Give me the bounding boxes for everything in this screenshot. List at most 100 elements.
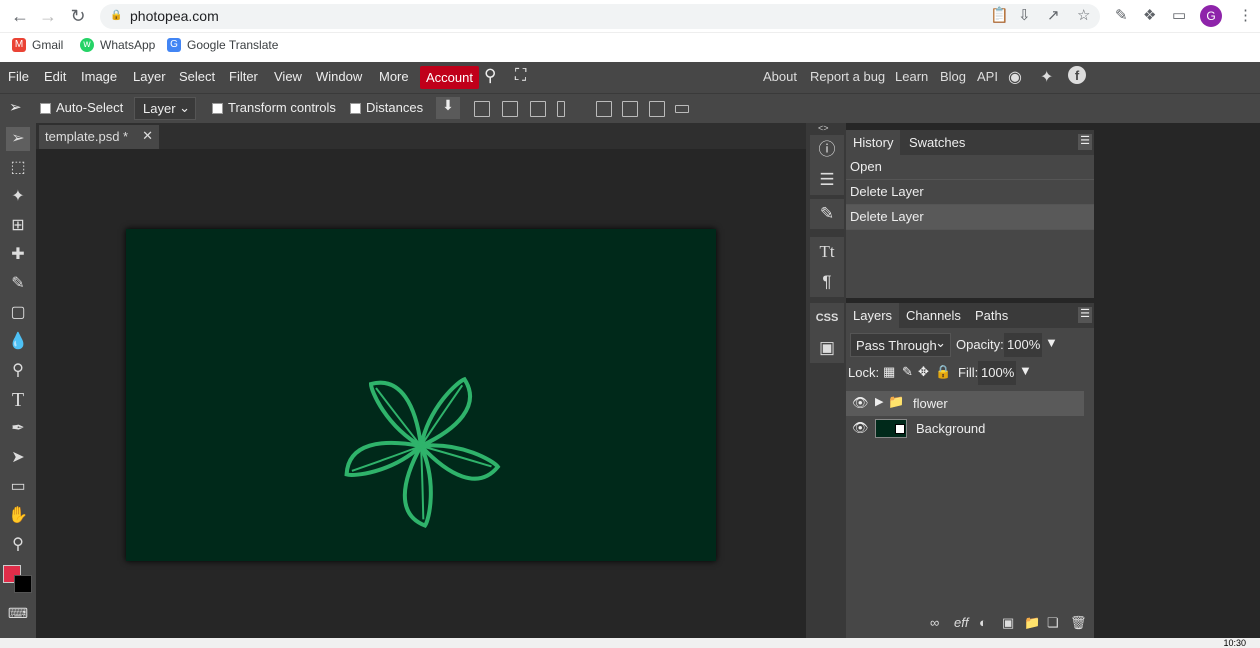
tab-paths[interactable]: Paths [968,303,1015,328]
fullscreen-icon[interactable]: ⛶ [515,67,526,85]
crop-tool-button[interactable]: ⊞ [6,214,30,238]
opacity-dropdown-icon[interactable]: ▼ [1045,335,1058,350]
document-canvas[interactable] [126,229,716,561]
adjustments-icon[interactable]: ☰ [810,165,844,195]
hand-tool-button[interactable]: ✋ [6,504,30,528]
history-item[interactable]: Open [846,155,1094,180]
css-panel-icon[interactable]: CSS [810,303,844,333]
character-icon[interactable]: Tt [810,237,844,267]
info-icon[interactable]: ⓘ [810,135,844,165]
star-icon[interactable]: ☆ [1077,6,1090,24]
healing-tool-button[interactable]: ✚ [6,243,30,267]
forward-icon[interactable]: → [36,5,60,27]
dodge-tool-button[interactable]: ⚲ [6,359,30,383]
shape-tool-button[interactable]: ▭ [6,475,30,499]
effects-icon[interactable]: eff [954,615,968,630]
align-center-h-icon[interactable] [502,101,518,117]
menu-more[interactable]: More [379,69,409,84]
visibility-eye-icon[interactable]: 👁 [852,420,869,436]
menu-view[interactable]: View [274,69,302,84]
reload-icon[interactable]: ↻ [66,5,90,27]
download-icon[interactable]: ⬇ [436,97,460,119]
tab-history[interactable]: History [846,130,901,155]
document-tab[interactable]: template.psd * ✕ [39,125,159,149]
twitter-icon[interactable]: ✦ [1040,67,1053,87]
paragraph-icon[interactable]: ¶ [810,267,844,297]
collapse-arrows-icon[interactable]: <> [818,123,829,133]
lock-all-icon[interactable]: 🔒 [935,364,951,380]
align-right-icon[interactable] [530,101,546,117]
menu-edit[interactable]: Edit [44,69,66,84]
align-bottom-icon[interactable] [649,101,665,117]
lock-transparency-icon[interactable]: ▦ [883,364,895,380]
extensions-icon[interactable]: ❖ [1143,6,1156,24]
bookmark-whatsapp[interactable]: w WhatsApp [80,38,155,52]
gradient-tool-button[interactable]: ▢ [6,301,30,325]
menu-layer[interactable]: Layer [133,69,166,84]
menu-filter[interactable]: Filter [229,69,258,84]
menu-window[interactable]: Window [316,69,362,84]
menu-image[interactable]: Image [81,69,117,84]
new-layer-icon[interactable]: ❏ [1047,615,1059,631]
distances-checkbox[interactable] [350,103,361,114]
address-bar[interactable]: 🔒 photopea.com [100,4,1100,29]
history-item[interactable]: Delete Layer [846,180,1094,205]
image-panel-icon[interactable]: ▣ [810,333,844,363]
tab-swatches[interactable]: Swatches [902,130,972,155]
link-layers-icon[interactable]: ∞ [930,615,939,630]
browser-menu-icon[interactable]: ⋮ [1238,6,1253,24]
clipboard-icon[interactable]: 📋 [990,6,1009,24]
brush-tool-button[interactable]: ✎ [6,272,30,296]
lock-pixels-icon[interactable]: ✎ [902,364,913,380]
tab-channels[interactable]: Channels [899,303,968,328]
mask-icon[interactable]: ▣ [1002,615,1014,631]
visibility-eye-icon[interactable]: 👁 [852,395,869,411]
account-button[interactable]: Account [420,66,479,89]
share-icon[interactable]: ↗ [1047,6,1060,24]
history-menu-icon[interactable]: ☰ [1078,134,1092,150]
link-report-bug[interactable]: Report a bug [810,69,885,84]
facebook-icon[interactable]: f [1068,66,1086,84]
blend-mode-select[interactable]: Pass Through ⌄ [850,333,951,357]
reddit-icon[interactable]: ◉ [1008,67,1022,87]
search-icon[interactable]: ⚲ [484,66,496,86]
distribute-v-icon[interactable] [675,105,689,113]
layer-row-background[interactable]: 👁 Background [846,416,1084,441]
zoom-tool-button[interactable]: ⚲ [6,533,30,557]
blur-tool-button[interactable]: 💧 [6,330,30,354]
bookmark-gmail[interactable]: M Gmail [12,38,63,52]
auto-select-checkbox[interactable] [40,103,51,114]
distribute-h-icon[interactable] [557,101,565,117]
fill-dropdown-icon[interactable]: ▼ [1019,363,1032,378]
type-tool-button[interactable]: T [6,388,30,412]
move-tool-button[interactable]: ➢ [6,127,30,151]
path-select-tool-button[interactable]: ➤ [6,446,30,470]
close-tab-icon[interactable]: ✕ [142,128,153,144]
layer-select[interactable]: Layer ⌄ [134,97,196,120]
fill-input[interactable]: 100% [978,361,1016,385]
link-blog[interactable]: Blog [940,69,966,84]
marquee-tool-button[interactable]: ⬚ [6,156,30,180]
pen-tool-button[interactable]: ✒ [6,417,30,441]
new-group-icon[interactable]: 📁 [1024,615,1040,631]
tab-layers[interactable]: Layers [846,303,900,328]
align-middle-v-icon[interactable] [622,101,638,117]
background-color-swatch[interactable] [14,575,32,593]
opacity-input[interactable]: 100% [1004,333,1042,357]
layers-menu-icon[interactable]: ☰ [1078,307,1092,323]
save-page-icon[interactable]: ⇩ [1018,6,1031,24]
menu-select[interactable]: Select [179,69,215,84]
back-icon[interactable]: ← [8,5,32,27]
history-item[interactable]: Delete Layer [846,205,1094,230]
transform-controls-checkbox[interactable] [212,103,223,114]
keyboard-icon[interactable]: ⌨ [6,601,30,625]
align-left-icon[interactable] [474,101,490,117]
bookmark-google-translate[interactable]: G Google Translate [167,38,278,52]
link-api[interactable]: API [977,69,998,84]
eyedropper-extension-icon[interactable]: ✎ [1115,6,1128,24]
brush-settings-icon[interactable]: ✎ [810,199,844,229]
magic-wand-tool-button[interactable]: ✦ [6,185,30,209]
sidebar-icon[interactable]: ▭ [1172,6,1186,24]
link-learn[interactable]: Learn [895,69,928,84]
adjustment-layer-icon[interactable]: ◐ [979,615,987,630]
